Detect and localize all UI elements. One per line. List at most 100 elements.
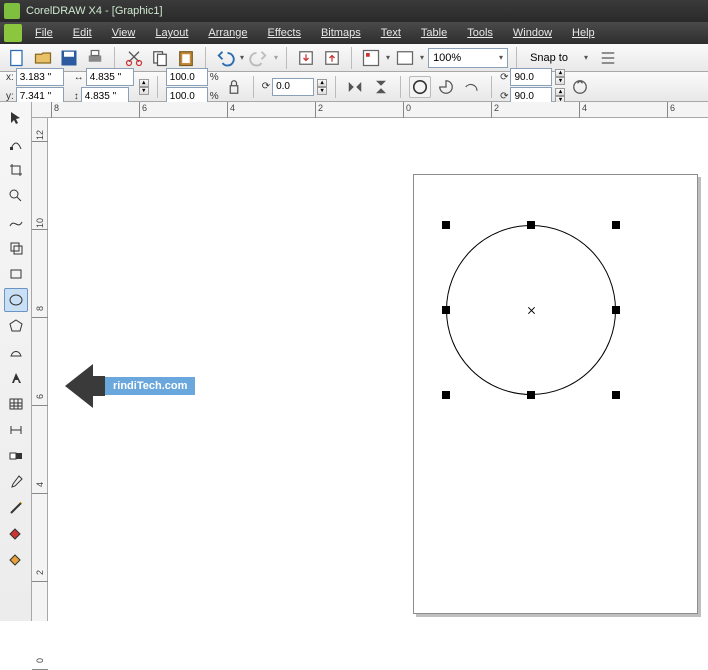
- interactive-tool[interactable]: [4, 444, 28, 468]
- zoom-tool[interactable]: [4, 184, 28, 208]
- separator: [491, 76, 492, 98]
- width-icon: ↔: [74, 72, 84, 83]
- separator: [400, 76, 401, 98]
- menu-view[interactable]: View: [103, 25, 145, 41]
- angle1-input[interactable]: [510, 68, 552, 86]
- outline-tool[interactable]: [4, 496, 28, 520]
- pie-mode-button[interactable]: [435, 76, 457, 98]
- selection-handle[interactable]: [442, 221, 450, 229]
- selection-handle[interactable]: [612, 391, 620, 399]
- smart-fill-tool[interactable]: [4, 236, 28, 260]
- export-button[interactable]: [321, 47, 343, 69]
- separator: [157, 76, 158, 98]
- titlebar: CorelDRAW X4 - [Graphic1]: [0, 0, 708, 22]
- menu-window[interactable]: Window: [504, 25, 561, 41]
- dimension-tool[interactable]: [4, 418, 28, 442]
- app-launcher-button[interactable]: [360, 47, 382, 69]
- separator: [516, 47, 517, 69]
- mirror-v-button[interactable]: [370, 76, 392, 98]
- welcome-button[interactable]: [394, 47, 416, 69]
- basic-shapes-tool[interactable]: [4, 340, 28, 364]
- zoom-value: 100%: [433, 52, 461, 64]
- table-tool[interactable]: [4, 392, 28, 416]
- new-button[interactable]: [6, 47, 28, 69]
- print-button[interactable]: [84, 47, 106, 69]
- redo-dropdown[interactable]: ▾: [274, 53, 278, 62]
- menu-text[interactable]: Text: [372, 25, 410, 41]
- scale-x-input[interactable]: [166, 68, 208, 86]
- shape-tool[interactable]: [4, 132, 28, 156]
- size-spinner[interactable]: ▴▾: [139, 79, 149, 95]
- selection-handle[interactable]: [442, 306, 450, 314]
- snap-to-label: Snap to: [530, 52, 568, 64]
- ruler-vertical[interactable]: 121086420: [32, 118, 48, 621]
- ruler-horizontal[interactable]: 864202468: [32, 102, 708, 118]
- ellipse-mode-button[interactable]: [409, 76, 431, 98]
- crop-tool[interactable]: [4, 158, 28, 182]
- y-label: y:: [6, 91, 14, 102]
- selection-handle[interactable]: [612, 221, 620, 229]
- x-input[interactable]: [16, 68, 64, 86]
- selection-handle[interactable]: [442, 391, 450, 399]
- selection-handle[interactable]: [527, 391, 535, 399]
- watermark-text: rindiTech.com: [105, 377, 195, 395]
- menu-arrange[interactable]: Arrange: [199, 25, 256, 41]
- separator: [286, 47, 287, 69]
- menu-layout[interactable]: Layout: [146, 25, 197, 41]
- text-tool[interactable]: [4, 366, 28, 390]
- arc-mode-button[interactable]: [461, 76, 483, 98]
- page: [413, 174, 698, 614]
- property-bar: x: y: ↔ ↕ ▴▾ % % ⟳ ▴▾ ⟳▴▾ ⟳▴▾: [0, 72, 708, 102]
- angle1-spinner[interactable]: ▴▾: [555, 69, 565, 85]
- welcome-dropdown[interactable]: ▾: [420, 53, 424, 62]
- rotation-spinner[interactable]: ▴▾: [317, 79, 327, 95]
- rectangle-tool[interactable]: [4, 262, 28, 286]
- paste-button[interactable]: [175, 47, 197, 69]
- selection-handle[interactable]: [612, 306, 620, 314]
- separator: [253, 76, 254, 98]
- arrow-icon: [65, 364, 93, 408]
- fill-tool[interactable]: [4, 522, 28, 546]
- mirror-h-button[interactable]: [344, 76, 366, 98]
- polygon-tool[interactable]: [4, 314, 28, 338]
- swap-direction-button[interactable]: [569, 76, 591, 98]
- menu-edit[interactable]: Edit: [64, 25, 101, 41]
- redo-button[interactable]: [248, 47, 270, 69]
- copy-button[interactable]: [149, 47, 171, 69]
- angle-group: ⟳▴▾ ⟳▴▾: [500, 68, 565, 105]
- options-button[interactable]: [597, 47, 619, 69]
- center-marker[interactable]: [527, 306, 536, 315]
- menu-help[interactable]: Help: [563, 25, 604, 41]
- pick-tool[interactable]: [4, 106, 28, 130]
- undo-button[interactable]: [214, 47, 236, 69]
- menu-bitmaps[interactable]: Bitmaps: [312, 25, 370, 41]
- zoom-select[interactable]: 100% ▾: [428, 48, 508, 68]
- lock-ratio-button[interactable]: [223, 76, 245, 98]
- save-button[interactable]: [58, 47, 80, 69]
- eyedropper-tool[interactable]: [4, 470, 28, 494]
- separator: [205, 47, 206, 69]
- import-button[interactable]: [295, 47, 317, 69]
- rotation-input[interactable]: [272, 78, 314, 96]
- width-input[interactable]: [86, 68, 134, 86]
- launcher-dropdown[interactable]: ▾: [386, 53, 390, 62]
- app-button[interactable]: [4, 24, 22, 42]
- snap-to-select[interactable]: Snap to ▾: [525, 48, 593, 68]
- ellipse-tool[interactable]: [4, 288, 28, 312]
- menu-table[interactable]: Table: [412, 25, 456, 41]
- menu-file[interactable]: File: [26, 25, 62, 41]
- undo-dropdown[interactable]: ▾: [240, 53, 244, 62]
- freehand-tool[interactable]: [4, 210, 28, 234]
- selection-handle[interactable]: [527, 221, 535, 229]
- x-label: x:: [6, 72, 14, 83]
- workarea: 864202468 121086420 rindiTech.com: [0, 102, 708, 621]
- interactive-fill-tool[interactable]: [4, 548, 28, 572]
- angle1-icon: ⟳: [500, 72, 508, 83]
- scale-group: % %: [166, 68, 219, 105]
- cut-button[interactable]: [123, 47, 145, 69]
- menu-tools[interactable]: Tools: [458, 25, 502, 41]
- angle2-icon: ⟳: [500, 91, 508, 102]
- open-button[interactable]: [32, 47, 54, 69]
- menu-effects[interactable]: Effects: [259, 25, 310, 41]
- separator: [335, 76, 336, 98]
